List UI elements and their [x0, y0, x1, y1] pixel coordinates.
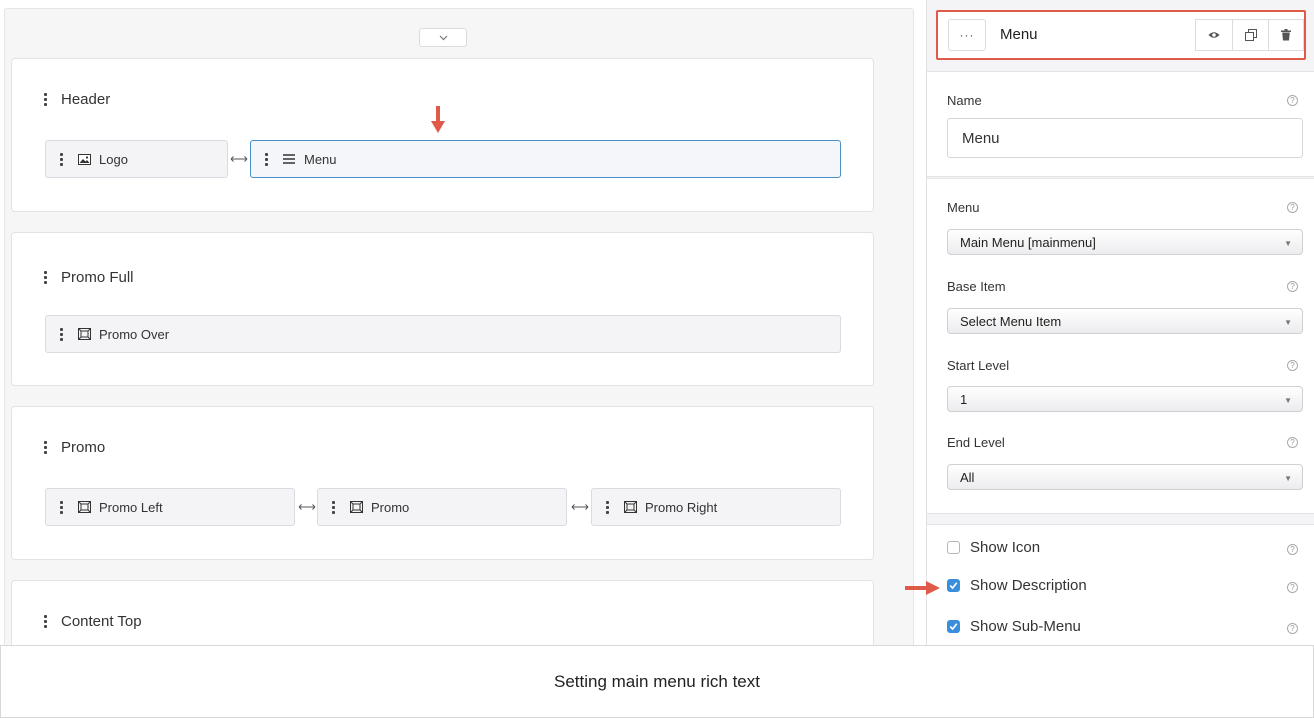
drag-handle-icon[interactable] [44, 441, 47, 454]
panel-title: Menu [1000, 26, 1038, 43]
drag-handle-icon[interactable] [606, 500, 609, 514]
image-icon [77, 153, 91, 165]
section-title: Promo Full [44, 269, 134, 286]
end-level-select[interactable]: All ▼ [947, 464, 1303, 490]
figure-caption: Setting main menu rich text [0, 645, 1314, 718]
settings-panel: ··· Menu Name ? Menu Menu ? Main Menu [m… [926, 0, 1314, 654]
particle-label: Promo Right [645, 499, 718, 515]
menu-select-value: Main Menu [mainmenu] [960, 234, 1096, 250]
hamburger-icon [282, 153, 296, 165]
section-title-text: Content Top [61, 613, 142, 630]
collapse-toggle[interactable] [419, 28, 467, 47]
preview-button[interactable] [1195, 19, 1233, 51]
resize-connector-icon[interactable] [298, 503, 316, 511]
duplicate-button[interactable] [1232, 19, 1270, 51]
checkmark-icon [949, 623, 958, 631]
drag-handle-icon[interactable] [265, 152, 268, 166]
drag-handle-icon[interactable] [60, 500, 63, 514]
help-icon[interactable]: ? [1287, 360, 1298, 371]
drag-handle-icon[interactable] [44, 615, 47, 628]
show-icon-checkbox[interactable] [947, 541, 960, 554]
eye-icon [1208, 32, 1220, 38]
drag-handle-icon[interactable] [44, 271, 47, 284]
position-icon [349, 501, 363, 513]
section-title-text: Promo [61, 439, 106, 456]
help-icon[interactable]: ? [1287, 544, 1298, 555]
more-options-button[interactable]: ··· [948, 19, 986, 51]
annotation-arrow-right-icon [905, 581, 940, 595]
duplicate-icon [1245, 29, 1257, 41]
base-item-select-value: Select Menu Item [960, 313, 1062, 329]
delete-button[interactable] [1268, 19, 1304, 51]
resize-connector-icon[interactable] [571, 503, 589, 511]
section-title-text: Promo Full [61, 269, 134, 286]
help-icon[interactable]: ? [1287, 95, 1298, 106]
name-label: Name [947, 93, 982, 108]
checkbox-label: Show Sub-Menu [970, 618, 1081, 635]
help-icon[interactable]: ? [1287, 582, 1298, 593]
name-field[interactable]: Menu [947, 118, 1303, 158]
help-icon[interactable]: ? [1287, 437, 1298, 448]
help-icon[interactable]: ? [1287, 202, 1298, 213]
menu-options-card: Menu ? Main Menu [mainmenu] ▼ Base Item … [927, 178, 1314, 514]
particle-label: Promo Left [99, 499, 163, 515]
help-icon[interactable]: ? [1287, 623, 1298, 634]
section-title: Header [44, 91, 110, 108]
show-description-option[interactable]: Show Description [947, 577, 1087, 594]
trash-icon [1281, 29, 1291, 41]
resize-connector-icon[interactable] [230, 155, 248, 163]
annotation-arrow-down-icon [431, 106, 445, 133]
layout-canvas: Header Logo Menu Promo Full Promo Over P… [0, 0, 920, 645]
show-icon-option[interactable]: Show Icon [947, 539, 1040, 556]
drag-handle-icon[interactable] [60, 327, 63, 341]
section-title-text: Header [61, 91, 111, 108]
show-description-checkbox[interactable] [947, 579, 960, 592]
display-options-card: Show Icon ? Show Description ? Show Sub-… [927, 524, 1314, 654]
particle-label: Promo [371, 499, 410, 515]
particle-promo-right[interactable]: Promo Right [591, 488, 841, 526]
position-icon [77, 328, 91, 340]
menu-label: Menu [947, 200, 980, 215]
checkbox-label: Show Description [970, 577, 1087, 594]
section-title: Promo [44, 439, 105, 456]
checkmark-icon [949, 582, 958, 590]
section-promo: Promo Promo Left Promo Promo Right [11, 406, 874, 560]
end-level-select-value: All [960, 469, 975, 485]
start-level-label: Start Level [947, 358, 1010, 373]
section-title: Content Top [44, 613, 142, 630]
particle-label: Menu [304, 151, 337, 167]
show-sub-menu-checkbox[interactable] [947, 620, 960, 633]
name-card: Name ? Menu [927, 71, 1314, 177]
particle-menu[interactable]: Menu [250, 140, 841, 178]
particle-label: Logo [99, 151, 128, 167]
start-level-select[interactable]: 1 ▼ [947, 386, 1303, 412]
caret-down-icon: ▼ [1284, 239, 1292, 248]
start-level-select-value: 1 [960, 391, 968, 407]
end-level-label: End Level [947, 435, 1005, 450]
section-promo-full: Promo Full Promo Over [11, 232, 874, 386]
particle-logo[interactable]: Logo [45, 140, 228, 178]
drag-handle-icon[interactable] [60, 152, 63, 166]
drag-handle-icon[interactable] [44, 93, 47, 106]
section-header: Header Logo Menu [11, 58, 874, 212]
base-item-label: Base Item [947, 279, 1006, 294]
caret-down-icon: ▼ [1284, 396, 1292, 405]
checkbox-label: Show Icon [970, 539, 1041, 556]
position-icon [77, 501, 91, 513]
particle-promo-over[interactable]: Promo Over [45, 315, 841, 353]
menu-select[interactable]: Main Menu [mainmenu] ▼ [947, 229, 1303, 255]
panel-header: ··· Menu [936, 10, 1306, 60]
particle-promo[interactable]: Promo [317, 488, 567, 526]
drag-handle-icon[interactable] [332, 500, 335, 514]
particle-promo-left[interactable]: Promo Left [45, 488, 295, 526]
chevron-down-icon [439, 35, 447, 40]
section-content-top: Content Top [11, 580, 874, 645]
particle-label: Promo Over [99, 326, 170, 342]
help-icon[interactable]: ? [1287, 281, 1298, 292]
caret-down-icon: ▼ [1284, 318, 1292, 327]
base-item-select[interactable]: Select Menu Item ▼ [947, 308, 1303, 334]
show-sub-menu-option[interactable]: Show Sub-Menu [947, 618, 1081, 635]
position-icon [623, 501, 637, 513]
caret-down-icon: ▼ [1284, 474, 1292, 483]
